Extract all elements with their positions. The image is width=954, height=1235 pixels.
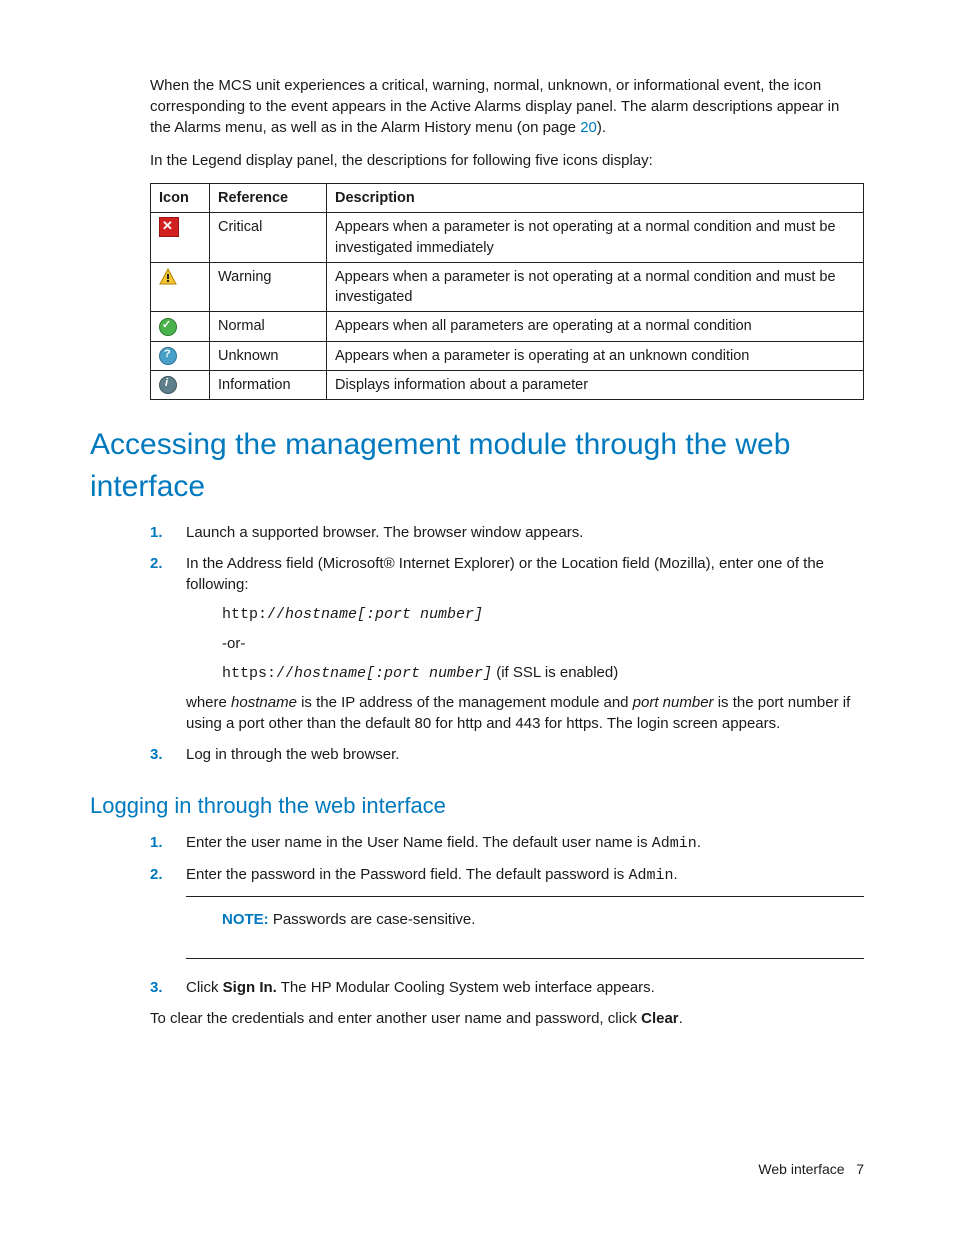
txt: . (697, 834, 701, 851)
desc-cell: Appears when a parameter is not operatin… (327, 213, 864, 263)
ref-cell: Normal (210, 312, 327, 341)
access-steps: Launch a supported browser. The browser … (150, 522, 864, 765)
clear-label: Clear (641, 1010, 679, 1027)
default-username: Admin (652, 835, 697, 852)
list-item: Click Sign In. The HP Modular Cooling Sy… (150, 977, 864, 998)
var-portnumber: port number (633, 694, 714, 711)
page-link-20[interactable]: 20 (580, 119, 597, 136)
information-icon (159, 376, 177, 394)
desc-cell: Appears when a parameter is not operatin… (327, 262, 864, 312)
intro-paragraph-1: When the MCS unit experiences a critical… (150, 75, 864, 138)
heading-accessing-web-interface: Accessing the management module through … (90, 424, 864, 508)
note-box: NOTE: Passwords are case-sensitive. (186, 896, 864, 959)
txt: where (186, 694, 231, 711)
list-item: Enter the password in the Password field… (150, 864, 864, 959)
critical-icon (159, 217, 179, 237)
txt: The HP Modular Cooling System web interf… (277, 979, 655, 996)
ref-cell: Unknown (210, 341, 327, 370)
intro-text: When the MCS unit experiences a critical… (150, 77, 839, 136)
footer-page-number: 7 (856, 1161, 864, 1177)
page-footer: Web interface 7 (758, 1160, 864, 1180)
ref-cell: Information (210, 371, 327, 400)
warning-icon (159, 268, 177, 286)
url-variable: hostname[:port number] (285, 606, 483, 623)
th-icon: Icon (151, 184, 210, 213)
table-row: Normal Appears when all parameters are o… (151, 312, 864, 341)
table-row: Critical Appears when a parameter is not… (151, 213, 864, 263)
step-text: Launch a supported browser. The browser … (186, 524, 583, 541)
step-text: Enter the user name in the User Name fie… (186, 834, 652, 851)
list-item: Log in through the web browser. (150, 744, 864, 765)
var-hostname: hostname (231, 694, 297, 711)
normal-icon (159, 318, 177, 336)
step-text: Enter the password in the Password field… (186, 866, 628, 883)
ref-cell: Critical (210, 213, 327, 263)
sign-in-label: Sign In. (223, 979, 277, 996)
desc-cell: Appears when a parameter is operating at… (327, 341, 864, 370)
note-label: NOTE: (222, 911, 269, 928)
txt: . (679, 1010, 683, 1027)
footer-title: Web interface (758, 1161, 844, 1177)
intro-text-tail: ). (597, 119, 606, 136)
desc-cell: Appears when all parameters are operatin… (327, 312, 864, 341)
desc-cell: Displays information about a parameter (327, 371, 864, 400)
step-text: Log in through the web browser. (186, 746, 399, 763)
heading-logging-in: Logging in through the web interface (90, 791, 864, 822)
list-item: In the Address field (Microsoft® Interne… (150, 553, 864, 734)
clear-instruction: To clear the credentials and enter anoth… (150, 1008, 864, 1029)
txt: . (673, 866, 677, 883)
legend-icon-table: Icon Reference Description Critical Appe… (150, 183, 864, 400)
url-scheme: http:// (222, 606, 285, 623)
table-row: Information Displays information about a… (151, 371, 864, 400)
url-example-1: http://hostname[:port number] (222, 603, 864, 625)
default-password: Admin (628, 867, 673, 884)
txt: is the IP address of the management modu… (297, 694, 633, 711)
url-suffix: (if SSL is enabled) (492, 664, 618, 681)
or-separator: -or- (222, 633, 864, 654)
list-item: Launch a supported browser. The browser … (150, 522, 864, 543)
where-paragraph: where hostname is the IP address of the … (186, 692, 864, 734)
txt: To clear the credentials and enter anoth… (150, 1010, 641, 1027)
intro-paragraph-2: In the Legend display panel, the descrip… (150, 150, 864, 171)
step-text: In the Address field (Microsoft® Interne… (186, 555, 824, 593)
url-example-2: https://hostname[:port number] (if SSL i… (222, 662, 864, 684)
ref-cell: Warning (210, 262, 327, 312)
step-text: Click (186, 979, 223, 996)
note-text: Passwords are case-sensitive. (269, 911, 476, 928)
th-reference: Reference (210, 184, 327, 213)
url-variable: hostname[:port number] (294, 665, 492, 682)
table-row: Unknown Appears when a parameter is oper… (151, 341, 864, 370)
unknown-icon (159, 347, 177, 365)
login-steps: Enter the user name in the User Name fie… (150, 832, 864, 998)
url-scheme: https:// (222, 665, 294, 682)
list-item: Enter the user name in the User Name fie… (150, 832, 864, 854)
table-row: Warning Appears when a parameter is not … (151, 262, 864, 312)
th-description: Description (327, 184, 864, 213)
